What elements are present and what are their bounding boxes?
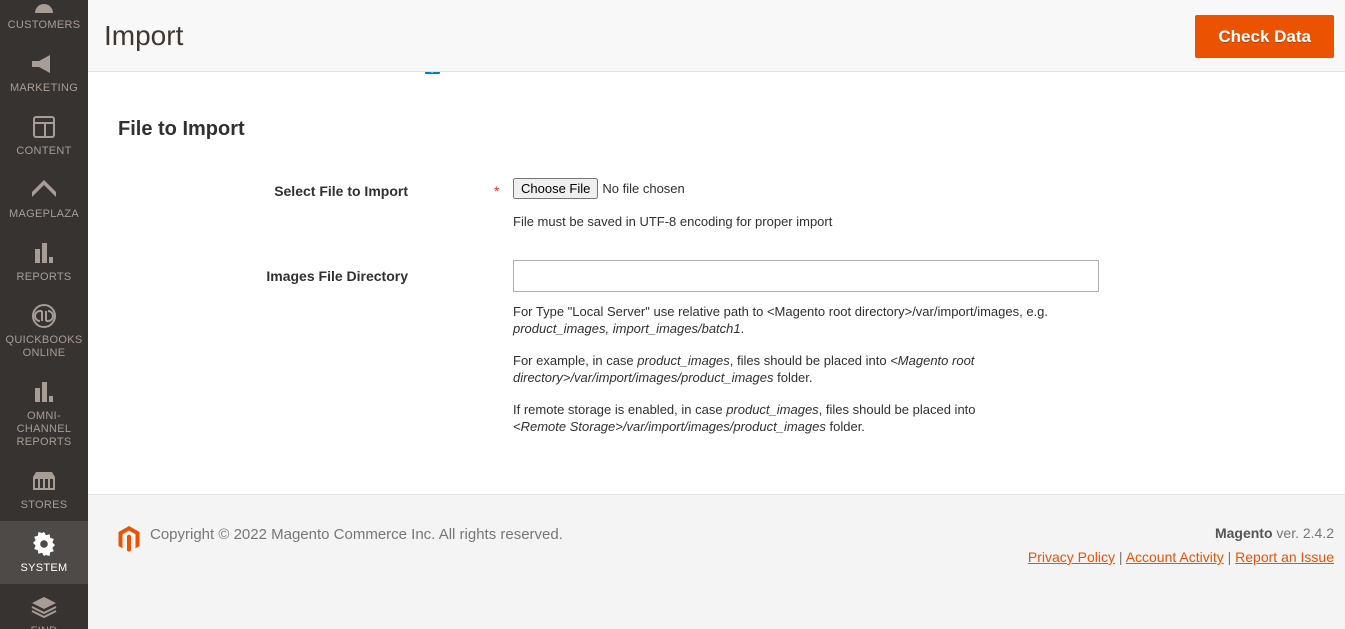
note-text-plain: For Type "Local Server" use relative pat… bbox=[513, 304, 1048, 319]
sidebar-item-system[interactable]: SYSTEM bbox=[0, 521, 88, 584]
report-an-issue-link[interactable]: Report an Issue bbox=[1235, 549, 1334, 565]
link-separator: | bbox=[1224, 549, 1235, 565]
section-title-file-to-import: File to Import bbox=[118, 118, 245, 141]
note-text-plain: folder. bbox=[826, 419, 865, 434]
sidebar-item-label: SYSTEM bbox=[2, 562, 86, 575]
version-text: Magento ver. 2.4.2 bbox=[1215, 525, 1334, 541]
sidebar-item-label: OMNI-CHANNEL REPORTS bbox=[2, 410, 86, 449]
note-text-plain: , files should be placed into bbox=[730, 353, 890, 368]
sidebar-item-label: QUICKBOOKS ONLINE bbox=[2, 334, 86, 360]
images-directory-note-1: For Type "Local Server" use relative pat… bbox=[513, 303, 1053, 337]
copyright-text: Copyright © 2022 Magento Commerce Inc. A… bbox=[150, 526, 563, 543]
quickbooks-icon bbox=[2, 301, 86, 331]
required-asterisk: * bbox=[494, 182, 499, 200]
customers-icon bbox=[2, 0, 86, 16]
version-number: ver. 2.4.2 bbox=[1273, 525, 1334, 541]
note-text-plain: . bbox=[741, 321, 745, 336]
account-activity-link[interactable]: Account Activity bbox=[1126, 549, 1224, 565]
sidebar-item-content[interactable]: CONTENT bbox=[0, 104, 88, 167]
select-file-input[interactable] bbox=[513, 178, 759, 199]
sidebar-item-marketing[interactable]: MARKETING bbox=[0, 41, 88, 104]
note-text-plain: folder. bbox=[773, 370, 812, 385]
note-text-plain: , files should be placed into bbox=[819, 402, 976, 417]
privacy-policy-link[interactable]: Privacy Policy bbox=[1028, 549, 1115, 565]
bar-chart-icon bbox=[2, 377, 86, 407]
megaphone-icon bbox=[2, 49, 86, 79]
sidebar-item-find-partners-extensions[interactable]: FIND PARTNERS & EXTENSIONS bbox=[0, 584, 88, 629]
note-text-plain: If remote storage is enabled, in case bbox=[513, 402, 726, 417]
gear-icon bbox=[2, 529, 86, 559]
page-header: Import Check Data bbox=[88, 0, 1345, 72]
select-file-note: File must be saved in UTF-8 encoding for… bbox=[513, 213, 832, 230]
sidebar-item-label: CUSTOMERS bbox=[2, 19, 86, 32]
page-title: Import bbox=[104, 18, 183, 54]
check-data-button[interactable]: Check Data bbox=[1195, 15, 1334, 58]
choose-file-button[interactable] bbox=[513, 178, 759, 199]
sidebar-item-label: CONTENT bbox=[2, 145, 86, 158]
magento-logo-icon bbox=[118, 526, 140, 552]
note-text-plain: For example, in case bbox=[513, 353, 637, 368]
sidebar-item-label: STORES bbox=[2, 499, 86, 512]
sidebar-item-reports[interactable]: REPORTS bbox=[0, 230, 88, 293]
extensions-icon bbox=[2, 592, 86, 622]
select-file-label: Select File to Import bbox=[118, 182, 408, 200]
store-icon bbox=[2, 466, 86, 496]
chevron-up-icon bbox=[2, 175, 86, 205]
admin-sidebar: CUSTOMERS MARKETING CONTENT MAGEPLAZA RE bbox=[0, 0, 88, 629]
note-text-italic: product_images bbox=[637, 353, 730, 368]
sidebar-item-label: REPORTS bbox=[2, 271, 86, 284]
sidebar-item-stores[interactable]: STORES bbox=[0, 458, 88, 521]
main-content: Fields enclosure File to Import Select F… bbox=[88, 0, 1345, 494]
images-directory-note-3: If remote storage is enabled, in case pr… bbox=[513, 401, 1023, 435]
layout-icon bbox=[2, 112, 86, 142]
note-text-italic: product_images, import_images/batch1 bbox=[513, 321, 741, 336]
sidebar-item-label: MAGEPLAZA bbox=[2, 208, 86, 221]
footer-links: Privacy Policy | Account Activity | Repo… bbox=[1028, 549, 1334, 565]
sidebar-item-quickbooks-online[interactable]: QUICKBOOKS ONLINE bbox=[0, 293, 88, 369]
sidebar-item-label: MARKETING bbox=[2, 82, 86, 95]
brand-name: Magento bbox=[1215, 525, 1273, 541]
page-footer: Copyright © 2022 Magento Commerce Inc. A… bbox=[88, 494, 1345, 629]
images-directory-input[interactable] bbox=[513, 260, 1099, 292]
note-text-italic: <Remote Storage>/var/import/images/produ… bbox=[513, 419, 826, 434]
import-page: CUSTOMERS MARKETING CONTENT MAGEPLAZA RE bbox=[0, 0, 1345, 629]
note-text-italic: product_images bbox=[726, 402, 819, 417]
sidebar-item-mageplaza[interactable]: MAGEPLAZA bbox=[0, 167, 88, 230]
sidebar-item-label: FIND PARTNERS & EXTENSIONS bbox=[2, 625, 86, 629]
images-directory-note-2: For example, in case product_images, fil… bbox=[513, 352, 1023, 386]
link-separator: | bbox=[1115, 549, 1126, 565]
bar-chart-icon bbox=[2, 238, 86, 268]
sidebar-item-customers[interactable]: CUSTOMERS bbox=[0, 0, 88, 41]
images-directory-label: Images File Directory bbox=[118, 267, 408, 285]
sidebar-item-omni-channel-reports[interactable]: OMNI-CHANNEL REPORTS bbox=[0, 369, 88, 458]
